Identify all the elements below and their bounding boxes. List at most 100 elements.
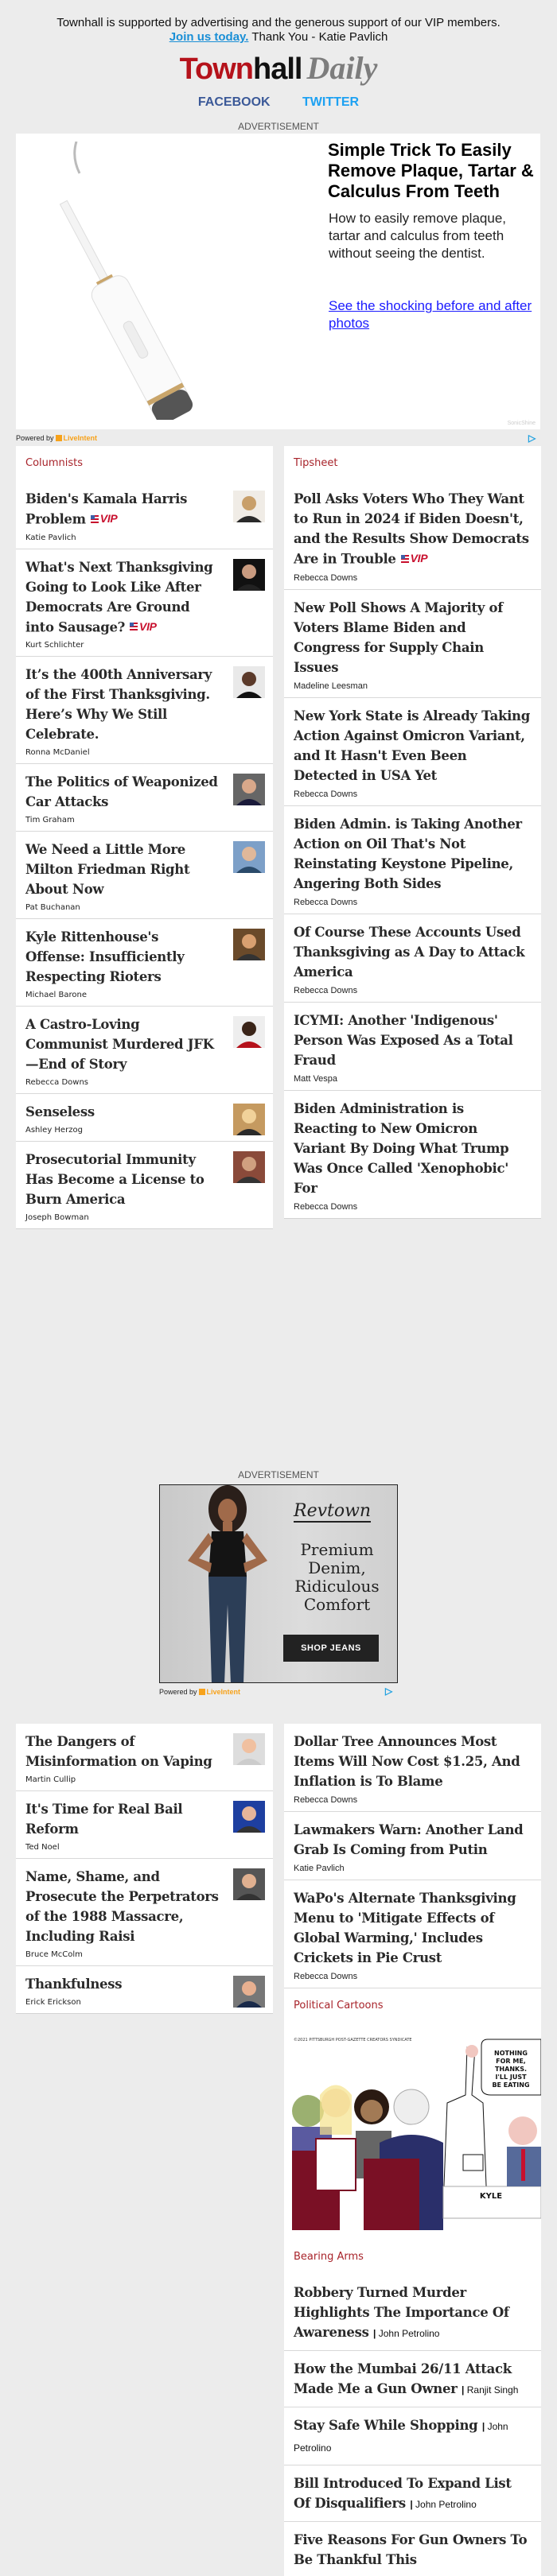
article-author: Bruce McColm <box>25 1950 83 1959</box>
article-item[interactable]: A Castro-Loving Communist Murdered JFK—E… <box>16 1007 273 1094</box>
article-item[interactable]: We Need a Little More Milton Friedman Ri… <box>16 832 273 919</box>
article-item[interactable]: The Dangers of Misinformation on Vaping M… <box>16 1724 273 1791</box>
article-item[interactable]: How the Mumbai 26/11 Attack Made Me a Gu… <box>284 2351 541 2407</box>
article-title[interactable]: Five Reasons For Gun Owners To Be Thankf… <box>294 2532 528 2567</box>
bearing-arms-label: Bearing Arms <box>294 2251 364 2263</box>
columnists-section: Columnists Biden's Kamala Harris Problem… <box>16 446 273 1229</box>
article-item[interactable]: Robbery Turned Murder Highlights The Imp… <box>284 2275 541 2351</box>
powered-by-liveintent[interactable]: Powered by LiveIntent <box>16 434 97 442</box>
townhall-daily-logo[interactable]: Townhall Daily <box>0 51 557 87</box>
article-item[interactable]: WaPo's Alternate Thanksgiving Menu to 'M… <box>284 1880 541 1988</box>
article-title[interactable]: New Poll Shows A Majority of Voters Blam… <box>294 600 503 675</box>
article-item[interactable]: Biden's Kamala Harris Problem VIP Katie Pa… <box>16 481 273 549</box>
article-title[interactable]: Senseless <box>25 1104 95 1119</box>
article-title[interactable]: Thankfulness <box>25 1977 123 1992</box>
article-item[interactable]: Stay Safe While Shopping John Petrolino <box>284 2407 541 2465</box>
article-author: Michael Barone <box>25 991 87 999</box>
product-image <box>59 142 193 420</box>
powered-by-text: Powered by <box>16 434 54 442</box>
ad-cta-link[interactable]: See the shocking before and after photos <box>329 297 536 332</box>
article-item[interactable]: It's Time for Real Bail Reform Ted Noel <box>16 1791 273 1859</box>
political-cartoon[interactable]: ©2021 PITTSBURGH POST-GAZETTE CREATORS S… <box>284 2023 541 2240</box>
article-item[interactable]: It’s the 400th Anniversary of the First … <box>16 657 273 764</box>
article-title[interactable]: Kyle Rittenhouse's Offense: Insufficient… <box>25 929 185 984</box>
author-avatar <box>233 1151 265 1183</box>
article-item[interactable]: Lawmakers Warn: Another Land Grab Is Com… <box>284 1812 541 1880</box>
article-author: Joseph Bowman <box>25 1213 89 1222</box>
vip-badge: VIP <box>130 617 157 637</box>
article-author: Tim Graham <box>25 816 75 824</box>
facebook-link[interactable]: FACEBOOK <box>198 95 271 109</box>
article-title[interactable]: We Need a Little More Milton Friedman Ri… <box>25 842 190 897</box>
article-author: Ronna McDaniel <box>25 748 90 757</box>
article-item[interactable]: Kyle Rittenhouse's Offense: Insufficient… <box>16 919 273 1007</box>
svg-text:I'LL JUST: I'LL JUST <box>495 2074 527 2081</box>
article-title[interactable]: Lawmakers Warn: Another Land Grab Is Com… <box>294 1822 524 1857</box>
ad-revtown[interactable]: Revtown Premium Denim, Ridiculous Comfor… <box>159 1484 398 1683</box>
shop-jeans-button[interactable]: SHOP JEANS <box>283 1635 379 1662</box>
article-title[interactable]: Prosecutorial Immunity Has Become a Lice… <box>25 1152 204 1207</box>
social-links: FACEBOOK TWITTER <box>0 95 557 110</box>
article-item[interactable]: Name, Shame, and Prosecute the Perpetrat… <box>16 1859 273 1966</box>
article-title[interactable]: New York State is Already Taking Action … <box>294 708 530 783</box>
svg-text:BE EATING: BE EATING <box>492 2081 529 2089</box>
cartoon-copyright: ©2021 PITTSBURGH POST-GAZETTE CREATORS S… <box>294 2037 412 2043</box>
article-item[interactable]: Prosecutorial Immunity Has Become a Lice… <box>16 1142 273 1228</box>
article-author: Rebecca Downs <box>294 1795 358 1805</box>
right-column-lower: Dollar Tree Announces Most Items Will No… <box>284 1724 541 2576</box>
ad-dental-tool[interactable]: Simple Trick To Easily Remove Plaque, Ta… <box>16 134 540 429</box>
article-title[interactable]: The Politics of Weaponized Car Attacks <box>25 774 218 809</box>
article-title[interactable]: WaPo's Alternate Thanksgiving Menu to 'M… <box>294 1891 516 1965</box>
article-author: Rebecca Downs <box>294 789 358 799</box>
adchoices-icon[interactable]: ▷ <box>528 433 536 444</box>
article-item[interactable]: New Poll Shows A Majority of Voters Blam… <box>284 590 541 698</box>
logo-hall: hall <box>253 52 302 86</box>
article-title[interactable]: Dollar Tree Announces Most Items Will No… <box>294 1734 520 1789</box>
article-author: Rebecca Downs <box>294 1201 358 1212</box>
article-title[interactable]: ICYMI: Another 'Indigenous' Person Was E… <box>294 1013 513 1068</box>
author-avatar <box>233 929 265 960</box>
thanks-text: Thank You - Katie Pavlich <box>251 30 388 44</box>
article-title[interactable]: Bill Introduced To Expand List Of Disqua… <box>294 2476 512 2511</box>
article-title[interactable]: What's Next Thanksgiving Going to Look L… <box>25 560 213 635</box>
article-item[interactable]: Thankfulness Erick Erickson <box>16 1966 273 2013</box>
powered-by-liveintent-2[interactable]: Powered by LiveIntent <box>159 1688 240 1696</box>
model-image <box>188 1485 267 1682</box>
article-item[interactable]: ICYMI: Another 'Indigenous' Person Was E… <box>284 1003 541 1091</box>
revtown-logo: Revtown <box>294 1501 372 1523</box>
svg-text:NOTHING: NOTHING <box>494 2050 528 2057</box>
twitter-link[interactable]: TWITTER <box>302 95 359 109</box>
article-item[interactable]: The Politics of Weaponized Car Attacks Ti… <box>16 764 273 832</box>
article-title[interactable]: It’s the 400th Anniversary of the First … <box>25 667 212 742</box>
article-title[interactable]: It's Time for Real Bail Reform <box>25 1802 183 1837</box>
article-title[interactable]: A Castro-Loving Communist Murdered JFK—E… <box>25 1017 214 1072</box>
article-item[interactable]: Biden Admin. is Taking Another Action on… <box>284 806 541 914</box>
article-author: John Petrolino <box>373 2328 439 2339</box>
article-author: Erick Erickson <box>25 1998 81 2007</box>
flag-icon <box>400 554 409 563</box>
article-item[interactable]: Senseless Ashley Herzog <box>16 1094 273 1142</box>
article-item[interactable]: What's Next Thanksgiving Going to Look L… <box>16 549 273 657</box>
svg-text:FOR ME,: FOR ME, <box>496 2058 526 2065</box>
join-link[interactable]: Join us today. <box>169 30 249 44</box>
article-title[interactable]: Biden Admin. is Taking Another Action on… <box>294 817 522 891</box>
advertisement-label-2: ADVERTISEMENT <box>238 1469 319 1480</box>
article-item[interactable]: Of Course These Accounts Used Thanksgivi… <box>284 914 541 1003</box>
article-author: Katie Pavlich <box>294 1864 345 1873</box>
article-item[interactable]: Five Reasons For Gun Owners To Be Thankf… <box>284 2522 541 2576</box>
article-title[interactable]: Stay Safe While Shopping <box>294 2418 478 2433</box>
author-avatar <box>233 558 265 591</box>
article-item[interactable]: Bill Introduced To Expand List Of Disqua… <box>284 2465 541 2522</box>
article-title[interactable]: Biden Administration is Reacting to New … <box>294 1101 509 1196</box>
cartoon-table-card: KYLE <box>480 2192 502 2201</box>
adchoices-icon-2[interactable]: ▷ <box>385 1686 392 1697</box>
liveintent-text: LiveIntent <box>63 434 98 442</box>
article-item[interactable]: New York State is Already Taking Action … <box>284 698 541 806</box>
article-title[interactable]: Of Course These Accounts Used Thanksgivi… <box>294 925 525 980</box>
article-item[interactable]: Biden Administration is Reacting to New … <box>284 1091 541 1218</box>
article-title[interactable]: Name, Shame, and Prosecute the Perpetrat… <box>25 1869 219 1944</box>
article-author: Martin Cullip <box>25 1775 76 1784</box>
article-item[interactable]: Dollar Tree Announces Most Items Will No… <box>284 1724 541 1812</box>
article-title[interactable]: The Dangers of Misinformation on Vaping <box>25 1734 212 1769</box>
article-item[interactable]: Poll Asks Voters Who They Want to Run in… <box>284 481 541 590</box>
